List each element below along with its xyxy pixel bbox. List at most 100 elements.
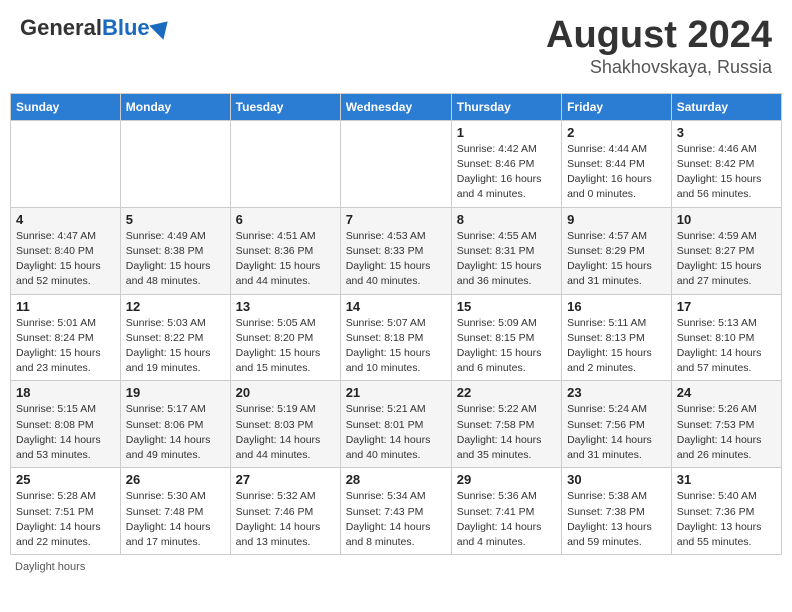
calendar-week-row: 18 Sunrise: 5:15 AM Sunset: 8:08 PM Dayli… xyxy=(11,381,782,468)
title-area: August 2024 Shakhovskaya, Russia xyxy=(546,15,772,78)
day-number: 4 xyxy=(16,212,115,227)
calendar-day-cell: 14 Sunrise: 5:07 AM Sunset: 8:18 PM Dayli… xyxy=(340,294,451,381)
day-info-text: Sunrise: 4:57 AM Sunset: 8:29 PM Dayligh… xyxy=(567,229,666,290)
logo-general-text: General xyxy=(20,15,102,41)
day-info-text: Sunrise: 5:30 AM Sunset: 7:48 PM Dayligh… xyxy=(126,489,225,550)
day-of-week-header: Saturday xyxy=(671,93,781,120)
day-number: 27 xyxy=(236,472,335,487)
day-number: 11 xyxy=(16,299,115,314)
calendar-day-cell: 28Sunrise: 5:34 AM Sunset: 7:43 PM Dayli… xyxy=(340,468,451,555)
day-number: 15 xyxy=(457,299,556,314)
calendar-day-cell xyxy=(120,120,230,207)
calendar-week-row: 25 Sunrise: 5:28 AM Sunset: 7:51 PM Dayli… xyxy=(11,468,782,555)
day-info-text: Sunrise: 5:19 AM Sunset: 8:03 PM Dayligh… xyxy=(236,402,335,463)
day-number: 12 xyxy=(126,299,225,314)
calendar-header-row: SundayMondayTuesdayWednesdayThursdayFrid… xyxy=(11,93,782,120)
day-of-week-header: Sunday xyxy=(11,93,121,120)
calendar-day-cell: 19Sunrise: 5:17 AM Sunset: 8:06 PM Dayli… xyxy=(120,381,230,468)
location-title: Shakhovskaya, Russia xyxy=(546,57,772,78)
calendar-day-cell: 1Sunrise: 4:42 AM Sunset: 8:46 PM Daylig… xyxy=(451,120,561,207)
day-info-text: Sunrise: 5:36 AM Sunset: 7:41 PM Dayligh… xyxy=(457,489,556,550)
day-info-text: Sunrise: 4:42 AM Sunset: 8:46 PM Dayligh… xyxy=(457,142,556,203)
calendar-day-cell: 11 Sunrise: 5:01 AM Sunset: 8:24 PM Dayli… xyxy=(11,294,121,381)
day-number: 23 xyxy=(567,385,666,400)
day-number: 6 xyxy=(236,212,335,227)
day-number: 29 xyxy=(457,472,556,487)
calendar-day-cell: 17Sunrise: 5:13 AM Sunset: 8:10 PM Dayli… xyxy=(671,294,781,381)
day-number: 22 xyxy=(457,385,556,400)
day-info-text: Sunrise: 4:51 AM Sunset: 8:36 PM Dayligh… xyxy=(236,229,335,290)
day-number: 18 xyxy=(16,385,115,400)
calendar-day-cell: 6 Sunrise: 4:51 AM Sunset: 8:36 PM Daylig… xyxy=(230,207,340,294)
calendar-day-cell: 9 Sunrise: 4:57 AM Sunset: 8:29 PM Daylig… xyxy=(562,207,672,294)
day-info-text: Sunrise: 5:40 AM Sunset: 7:36 PM Dayligh… xyxy=(677,489,776,550)
day-info-text: Sunrise: 4:46 AM Sunset: 8:42 PM Dayligh… xyxy=(677,142,776,203)
day-info-text: Sunrise: 5:09 AM Sunset: 8:15 PM Dayligh… xyxy=(457,316,556,377)
day-number: 30 xyxy=(567,472,666,487)
calendar-day-cell: 26 Sunrise: 5:30 AM Sunset: 7:48 PM Dayli… xyxy=(120,468,230,555)
day-info-text: Sunrise: 5:28 AM Sunset: 7:51 PM Dayligh… xyxy=(16,489,115,550)
calendar-day-cell: 25 Sunrise: 5:28 AM Sunset: 7:51 PM Dayli… xyxy=(11,468,121,555)
day-info-text: Sunrise: 5:22 AM Sunset: 7:58 PM Dayligh… xyxy=(457,402,556,463)
calendar-day-cell: 24Sunrise: 5:26 AM Sunset: 7:53 PM Dayli… xyxy=(671,381,781,468)
day-number: 13 xyxy=(236,299,335,314)
day-number: 9 xyxy=(567,212,666,227)
day-info-text: Sunrise: 5:15 AM Sunset: 8:08 PM Dayligh… xyxy=(16,402,115,463)
day-info-text: Sunrise: 5:32 AM Sunset: 7:46 PM Dayligh… xyxy=(236,489,335,550)
day-number: 31 xyxy=(677,472,776,487)
day-number: 21 xyxy=(346,385,446,400)
day-number: 20 xyxy=(236,385,335,400)
day-info-text: Sunrise: 5:24 AM Sunset: 7:56 PM Dayligh… xyxy=(567,402,666,463)
calendar-day-cell xyxy=(230,120,340,207)
calendar-day-cell: 3 Sunrise: 4:46 AM Sunset: 8:42 PM Daylig… xyxy=(671,120,781,207)
calendar-day-cell: 21 Sunrise: 5:21 AM Sunset: 8:01 PM Dayli… xyxy=(340,381,451,468)
calendar-day-cell: 2Sunrise: 4:44 AM Sunset: 8:44 PM Daylig… xyxy=(562,120,672,207)
logo: General Blue xyxy=(20,15,172,41)
day-number: 17 xyxy=(677,299,776,314)
calendar-day-cell: 31 Sunrise: 5:40 AM Sunset: 7:36 PM Dayli… xyxy=(671,468,781,555)
calendar-day-cell: 5Sunrise: 4:49 AM Sunset: 8:38 PM Daylig… xyxy=(120,207,230,294)
calendar-day-cell: 7Sunrise: 4:53 AM Sunset: 8:33 PM Daylig… xyxy=(340,207,451,294)
day-info-text: Sunrise: 4:47 AM Sunset: 8:40 PM Dayligh… xyxy=(16,229,115,290)
day-number: 8 xyxy=(457,212,556,227)
day-number: 26 xyxy=(126,472,225,487)
day-info-text: Sunrise: 5:38 AM Sunset: 7:38 PM Dayligh… xyxy=(567,489,666,550)
calendar-day-cell: 15 Sunrise: 5:09 AM Sunset: 8:15 PM Dayli… xyxy=(451,294,561,381)
day-info-text: Sunrise: 5:07 AM Sunset: 8:18 PM Dayligh… xyxy=(346,316,446,377)
calendar-day-cell: 8 Sunrise: 4:55 AM Sunset: 8:31 PM Daylig… xyxy=(451,207,561,294)
day-info-text: Sunrise: 5:21 AM Sunset: 8:01 PM Dayligh… xyxy=(346,402,446,463)
calendar-day-cell: 18 Sunrise: 5:15 AM Sunset: 8:08 PM Dayli… xyxy=(11,381,121,468)
calendar-day-cell: 22 Sunrise: 5:22 AM Sunset: 7:58 PM Dayli… xyxy=(451,381,561,468)
day-number: 10 xyxy=(677,212,776,227)
day-info-text: Sunrise: 5:01 AM Sunset: 8:24 PM Dayligh… xyxy=(16,316,115,377)
day-number: 25 xyxy=(16,472,115,487)
calendar-week-row: 11 Sunrise: 5:01 AM Sunset: 8:24 PM Dayli… xyxy=(11,294,782,381)
day-info-text: Sunrise: 4:49 AM Sunset: 8:38 PM Dayligh… xyxy=(126,229,225,290)
day-of-week-header: Thursday xyxy=(451,93,561,120)
calendar-week-row: 4 Sunrise: 4:47 AM Sunset: 8:40 PM Daylig… xyxy=(11,207,782,294)
calendar-week-row: 1Sunrise: 4:42 AM Sunset: 8:46 PM Daylig… xyxy=(11,120,782,207)
logo-arrow-icon xyxy=(149,14,174,39)
day-info-text: Sunrise: 4:55 AM Sunset: 8:31 PM Dayligh… xyxy=(457,229,556,290)
day-number: 2 xyxy=(567,125,666,140)
day-number: 3 xyxy=(677,125,776,140)
header: General Blue August 2024 Shakhovskaya, R… xyxy=(10,10,782,83)
month-year-title: August 2024 xyxy=(546,15,772,57)
calendar-day-cell: 12Sunrise: 5:03 AM Sunset: 8:22 PM Dayli… xyxy=(120,294,230,381)
day-number: 28 xyxy=(346,472,446,487)
calendar-day-cell: 10 Sunrise: 4:59 AM Sunset: 8:27 PM Dayli… xyxy=(671,207,781,294)
day-number: 16 xyxy=(567,299,666,314)
day-of-week-header: Wednesday xyxy=(340,93,451,120)
calendar-day-cell: 30 Sunrise: 5:38 AM Sunset: 7:38 PM Dayli… xyxy=(562,468,672,555)
calendar-day-cell: 13 Sunrise: 5:05 AM Sunset: 8:20 PM Dayli… xyxy=(230,294,340,381)
day-info-text: Sunrise: 4:53 AM Sunset: 8:33 PM Dayligh… xyxy=(346,229,446,290)
calendar-day-cell: 29 Sunrise: 5:36 AM Sunset: 7:41 PM Dayli… xyxy=(451,468,561,555)
day-info-text: Sunrise: 4:59 AM Sunset: 8:27 PM Dayligh… xyxy=(677,229,776,290)
day-number: 14 xyxy=(346,299,446,314)
day-info-text: Sunrise: 5:11 AM Sunset: 8:13 PM Dayligh… xyxy=(567,316,666,377)
logo-blue-text: Blue xyxy=(102,15,150,41)
day-of-week-header: Monday xyxy=(120,93,230,120)
day-of-week-header: Tuesday xyxy=(230,93,340,120)
calendar-day-cell: 27 Sunrise: 5:32 AM Sunset: 7:46 PM Dayli… xyxy=(230,468,340,555)
day-info-text: Sunrise: 5:05 AM Sunset: 8:20 PM Dayligh… xyxy=(236,316,335,377)
